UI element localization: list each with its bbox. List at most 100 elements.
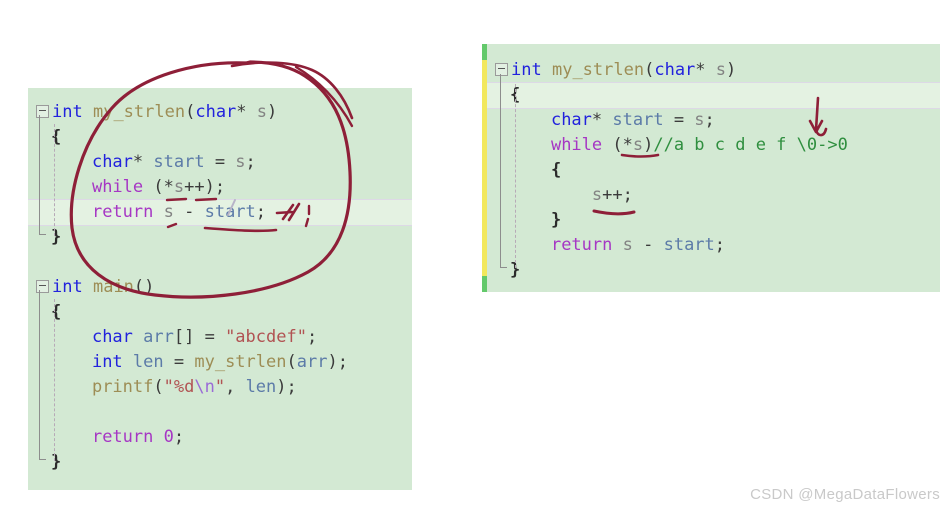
code-token: \n [194,377,215,397]
code-token: start [663,235,715,255]
code-token: ++; [602,185,633,205]
watermark-text: CSDN @MegaDataFlowers [750,486,940,503]
code-token: return [550,235,613,255]
code-token: - [632,235,664,255]
code-token: ; [255,202,267,222]
code-token: char [91,152,133,172]
code-token: start [612,110,664,130]
code-token: " [214,377,226,397]
code-token: { [51,302,62,322]
code-token: return [91,427,154,447]
code-token: * [132,152,154,172]
code-token: char [654,60,696,80]
code-line[interactable]: return s - start; [28,200,412,225]
code-token: while [550,135,603,155]
code-token: } [51,227,62,247]
collapse-fold-icon[interactable] [36,279,49,293]
code-line[interactable]: } [487,258,940,283]
code-line[interactable]: char arr[] = "abcdef"; [28,325,412,350]
code-token: int [91,352,123,372]
scope-guide-line [39,115,40,235]
code-token: ) [267,102,278,122]
code-token: s [235,152,246,172]
code-line[interactable]: { [28,300,412,325]
code-line[interactable]: s++; [487,183,940,208]
code-line[interactable]: { [487,83,940,108]
code-token: ) [643,135,654,155]
code-line[interactable]: { [487,158,940,183]
code-token: ; [245,152,256,172]
code-token: //a b c d e f \0->0 [653,135,848,155]
collapse-fold-icon[interactable] [495,62,508,76]
code-token: "abcdef" [225,327,307,347]
code-token: s [591,185,603,205]
revised-code-editor[interactable]: int my_strlen(char* s){ char* start = s;… [482,44,940,292]
code-line[interactable]: int my_strlen(char* s) [487,58,940,83]
code-line[interactable]: while (*s)//a b c d e f \0->0 [487,133,940,158]
code-line[interactable]: char* start = s; [487,108,940,133]
code-token: } [51,452,62,472]
right-code-block[interactable]: int my_strlen(char* s){ char* start = s;… [487,44,940,283]
code-line[interactable]: } [28,225,412,250]
code-token: len [132,352,164,372]
code-token: char [91,327,133,347]
code-line[interactable] [28,250,412,275]
code-token: printf [91,377,154,397]
code-token: char [550,110,592,130]
code-token: [] = [173,327,226,347]
scope-guide-line [500,74,501,268]
code-token: char [195,102,237,122]
code-line[interactable]: printf("%d\n", len); [28,375,412,400]
code-token: while [91,177,144,197]
code-line[interactable]: int my_strlen(char* s) [28,100,412,125]
code-token: ; [173,427,185,447]
code-token: my_strlen [194,352,287,372]
code-token: "%d [163,377,195,397]
scope-guide-foot [39,234,46,235]
code-line[interactable]: int main() [28,275,412,300]
code-token: start [204,202,256,222]
code-token: ( [286,352,297,372]
code-token: { [51,127,62,147]
code-line[interactable]: return 0; [28,425,412,450]
code-line[interactable]: char* start = s; [28,150,412,175]
code-token: { [550,160,562,180]
code-token: arr [296,352,328,372]
original-code-editor[interactable]: int my_strlen(char* s){ char* start = s;… [28,88,412,490]
code-line[interactable]: return s - start; [487,233,940,258]
left-code-block[interactable]: int my_strlen(char* s){ char* start = s;… [28,88,412,475]
collapse-fold-icon[interactable] [36,104,49,118]
indent-guide-line [515,84,516,268]
indent-guide-line [54,124,55,236]
code-line[interactable]: } [28,450,412,475]
code-token: - [173,202,205,222]
code-token: int [52,277,83,297]
code-token: ); [276,377,297,397]
code-line[interactable]: } [487,208,940,233]
code-token: s [173,177,185,197]
code-line[interactable] [28,400,412,425]
code-token: * [695,60,716,80]
scope-guide-foot [500,267,507,268]
code-line[interactable]: { [28,125,412,150]
code-token: main [92,277,134,297]
scope-guide-foot [39,459,46,460]
code-token: return [91,202,154,222]
code-token: ( [153,377,164,397]
code-token: (* [143,177,174,197]
code-line[interactable]: while (*s++); [28,175,412,200]
code-token: ( [644,60,655,80]
code-line[interactable]: int len = my_strlen(arr); [28,350,412,375]
